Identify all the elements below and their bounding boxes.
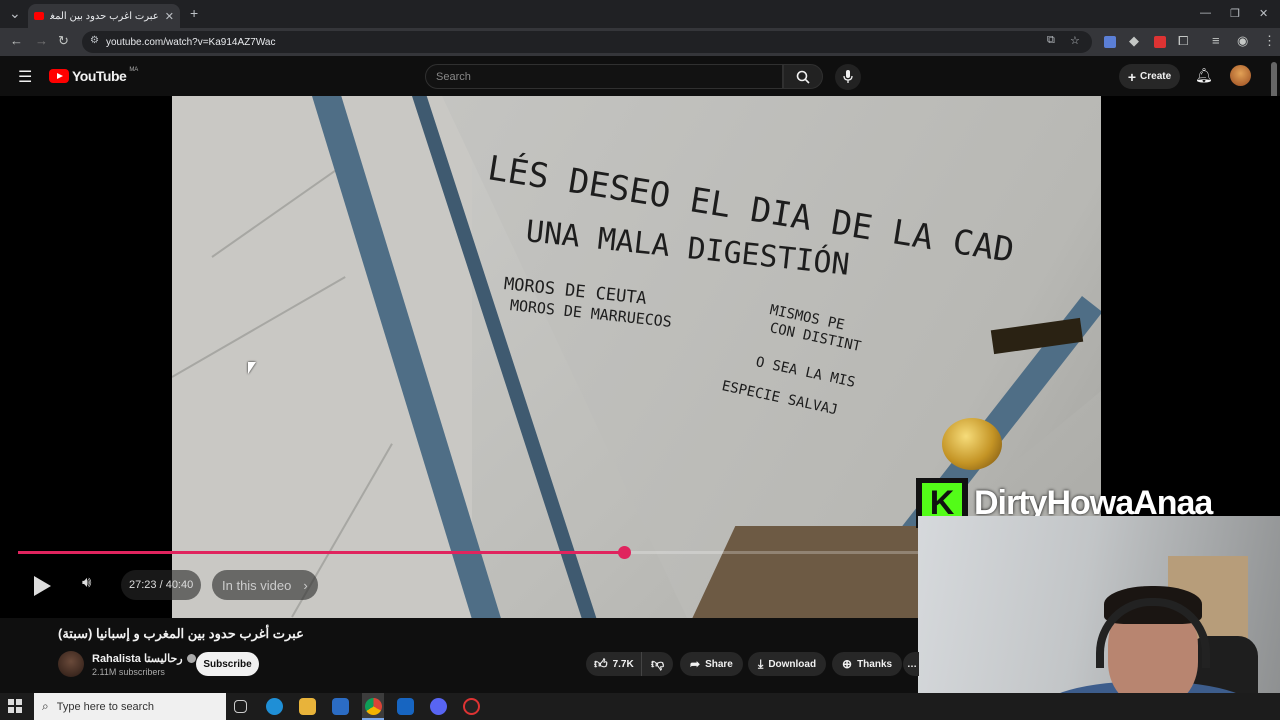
webcam-overlay	[918, 516, 1280, 720]
media-controls-icon[interactable]: ≡	[1212, 34, 1220, 48]
mouse-cursor-icon	[248, 362, 256, 374]
chevron-right-icon: ›	[303, 577, 308, 593]
taskbar-search-icon: ⌕	[42, 699, 49, 713]
more-actions-button[interactable]: …	[903, 652, 919, 676]
chapters-button[interactable]: In this video ›	[212, 570, 318, 600]
download-label: Download	[768, 658, 817, 670]
play-button[interactable]	[30, 574, 54, 598]
notifications-bell-icon[interactable]: 🔔︎	[1195, 67, 1213, 84]
dislike-button[interactable]: 👎︎	[641, 652, 674, 676]
browser-toolbar: ← → ↻ ⚙ youtube.com/watch?v=Ka914AZ7Wac …	[0, 28, 1280, 56]
more-icon: …	[907, 658, 917, 670]
thanks-icon: ⊕	[842, 657, 853, 671]
browser-tab-strip: ⌄ عبرت أغرب حدود بين المغرب و إسبانيا (س…	[0, 0, 1280, 28]
subscribe-button[interactable]: Subscribe	[196, 652, 259, 676]
tab-search-icon[interactable]: ⌄	[9, 5, 21, 22]
country-code: MA	[129, 67, 139, 73]
windows-start-icon[interactable]	[8, 699, 22, 713]
site-info-icon[interactable]: ⚙	[90, 35, 99, 46]
plus-icon: +	[1127, 68, 1137, 85]
create-label: Create	[1140, 71, 1172, 82]
taskbar-search[interactable]: ⌕ Type here to search	[34, 693, 226, 720]
hamburger-menu-icon[interactable]: ☰	[18, 67, 32, 87]
channel-name-row[interactable]: Rahalista رحاليستا	[92, 652, 196, 665]
like-button[interactable]: 👍︎ 7.7K	[586, 652, 642, 676]
youtube-play-logo-icon	[49, 69, 69, 83]
search-input[interactable]	[436, 70, 766, 83]
extension-diamond-icon[interactable]: ◆	[1129, 34, 1139, 48]
progress-scrubber[interactable]	[617, 546, 631, 559]
search-button[interactable]	[783, 64, 823, 89]
account-avatar[interactable]	[1230, 65, 1251, 86]
create-button[interactable]: + Create	[1119, 64, 1180, 89]
app-icon[interactable]	[430, 698, 447, 715]
share-label: Share	[705, 658, 733, 670]
tab-title: عبرت أغرب حدود بين المغرب و إسبانيا (سبت…	[50, 10, 159, 22]
extensions-puzzle-icon[interactable]: ⧠	[1178, 34, 1188, 48]
youtube-favicon-icon	[34, 12, 44, 20]
time-display: 27:23 / 40:40	[121, 570, 202, 600]
youtube-header: ☰ YouTube MA + Create 🔔︎	[0, 56, 1280, 96]
translate-extension-icon[interactable]	[1104, 36, 1116, 48]
outlook-icon[interactable]	[397, 698, 414, 715]
obs-icon[interactable]	[463, 698, 480, 715]
new-tab-icon[interactable]: +	[190, 5, 198, 21]
restore-icon[interactable]: ❐	[1230, 7, 1240, 20]
microsoft-store-icon[interactable]	[332, 698, 349, 715]
progress-fill	[18, 551, 624, 554]
download-icon: ⤓	[758, 656, 764, 671]
minimize-icon[interactable]: —	[1200, 7, 1211, 19]
chapter-label: In this video	[222, 577, 292, 593]
thanks-label: Thanks	[857, 658, 893, 670]
profile-icon[interactable]: ◉	[1237, 34, 1248, 48]
windows-taskbar: ⌕ Type here to search	[0, 693, 1280, 720]
forward-icon[interactable]: →	[35, 34, 48, 48]
microphone-icon	[843, 70, 853, 83]
progress-bar[interactable]	[18, 546, 918, 559]
youtube-logo[interactable]: YouTube MA	[49, 67, 139, 84]
window-close-icon[interactable]: ✕	[1259, 7, 1268, 20]
address-bar[interactable]: ⚙ youtube.com/watch?v=Ka914AZ7Wac ⧉ ☆	[82, 31, 1092, 53]
url-text: youtube.com/watch?v=Ka914AZ7Wac	[106, 36, 276, 48]
share-icon: ➦	[690, 657, 701, 671]
install-icon[interactable]: ⧉	[1047, 34, 1055, 47]
subscriber-count: 2.11M subscribers	[92, 667, 165, 677]
tab-close-icon[interactable]: ✕	[165, 10, 174, 23]
bookmark-star-icon[interactable]: ☆	[1070, 34, 1080, 47]
voice-search-button[interactable]	[835, 64, 861, 90]
tile-wall	[172, 96, 472, 618]
chrome-icon[interactable]	[365, 698, 382, 715]
logo-wordmark: YouTube	[72, 68, 127, 84]
thumbs-down-icon: 👎︎	[651, 656, 665, 671]
search-icon	[796, 70, 810, 84]
task-view-icon[interactable]	[234, 700, 247, 713]
video-title: عبرت أغرب حدود بين المغرب و إسبانيا (سبت…	[58, 626, 304, 641]
search-box[interactable]	[425, 64, 783, 89]
channel-name[interactable]: Rahalista رحاليستا	[92, 652, 183, 665]
browser-tab[interactable]: عبرت أغرب حدود بين المغرب و إسبانيا (سبت…	[28, 4, 180, 28]
edge-browser-icon[interactable]	[266, 698, 283, 715]
extension-red-icon[interactable]	[1154, 36, 1166, 48]
verified-icon	[186, 654, 196, 663]
back-icon[interactable]: ←	[10, 34, 23, 48]
door-knob	[942, 418, 1002, 470]
thumbs-up-icon: 👍︎	[594, 656, 608, 671]
share-button[interactable]: ➦ Share	[680, 652, 743, 676]
taskbar-search-placeholder: Type here to search	[56, 700, 154, 713]
volume-icon[interactable]: 🔊︎	[82, 574, 91, 591]
reload-icon[interactable]: ↻	[58, 34, 69, 48]
channel-avatar[interactable]	[58, 651, 84, 677]
chrome-menu-icon[interactable]: ⋮	[1263, 34, 1276, 48]
file-explorer-icon[interactable]	[299, 698, 316, 715]
download-button[interactable]: ⤓ Download	[748, 652, 827, 676]
like-count: 7.7K	[612, 658, 634, 670]
thanks-button[interactable]: ⊕ Thanks	[832, 652, 903, 676]
